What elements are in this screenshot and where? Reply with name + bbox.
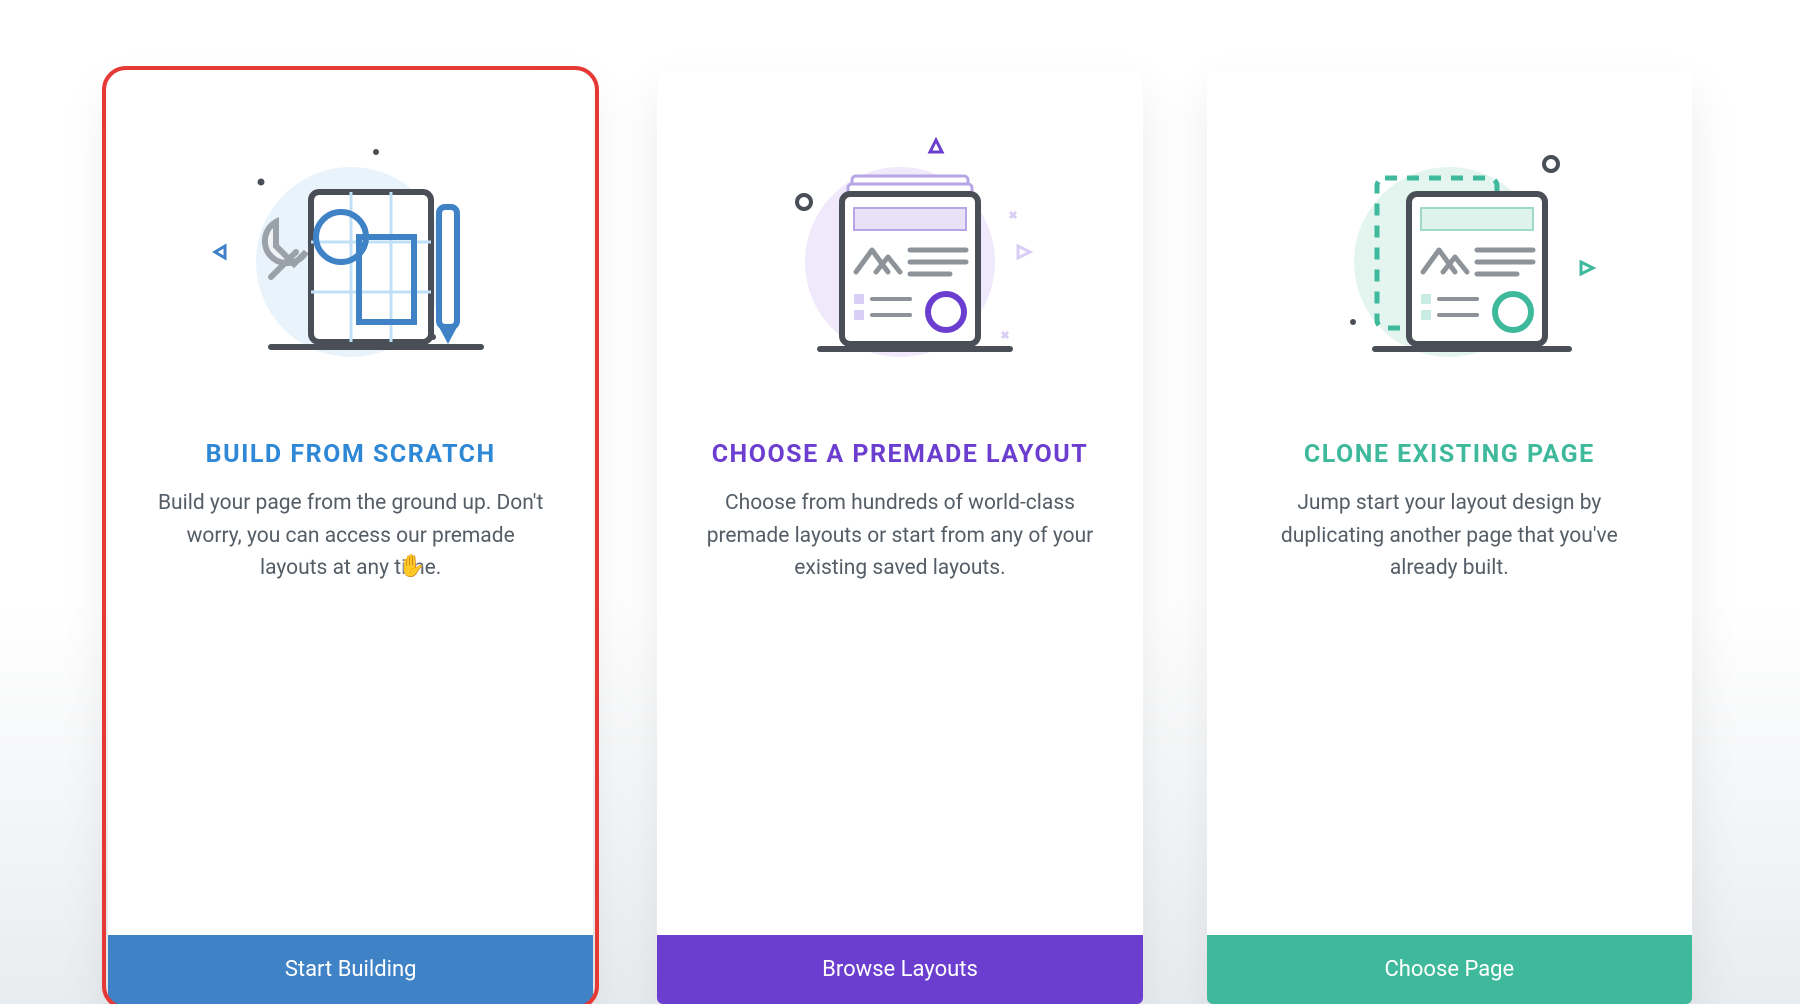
build-scratch-illustration xyxy=(108,72,593,432)
card-premade-layout[interactable]: CHOOSE A PREMADE LAYOUT Choose from hund… xyxy=(657,72,1142,1004)
option-cards-row: BUILD FROM SCRATCH Build your page from … xyxy=(0,0,1800,1004)
card-description: Choose from hundreds of world-class prem… xyxy=(657,487,1142,585)
premade-layout-illustration xyxy=(657,72,1142,432)
start-building-button[interactable]: Start Building xyxy=(108,935,593,1004)
card-clone-page[interactable]: CLONE EXISTING PAGE Jump start your layo… xyxy=(1207,72,1692,1004)
choose-page-button[interactable]: Choose Page xyxy=(1207,935,1692,1004)
clone-page-illustration xyxy=(1207,72,1692,432)
scratch-icon xyxy=(201,122,501,382)
browse-layouts-button[interactable]: Browse Layouts xyxy=(657,935,1142,1004)
card-title: BUILD FROM SCRATCH xyxy=(206,440,496,469)
card-build-from-scratch[interactable]: BUILD FROM SCRATCH Build your page from … xyxy=(108,72,593,1004)
card-description: Jump start your layout design by duplica… xyxy=(1207,487,1692,585)
card-title: CHOOSE A PREMADE LAYOUT xyxy=(712,440,1089,469)
layout-icon xyxy=(750,122,1050,382)
card-title: CLONE EXISTING PAGE xyxy=(1304,440,1595,469)
card-description: Build your page from the ground up. Don'… xyxy=(108,487,593,585)
clone-icon xyxy=(1299,122,1599,382)
